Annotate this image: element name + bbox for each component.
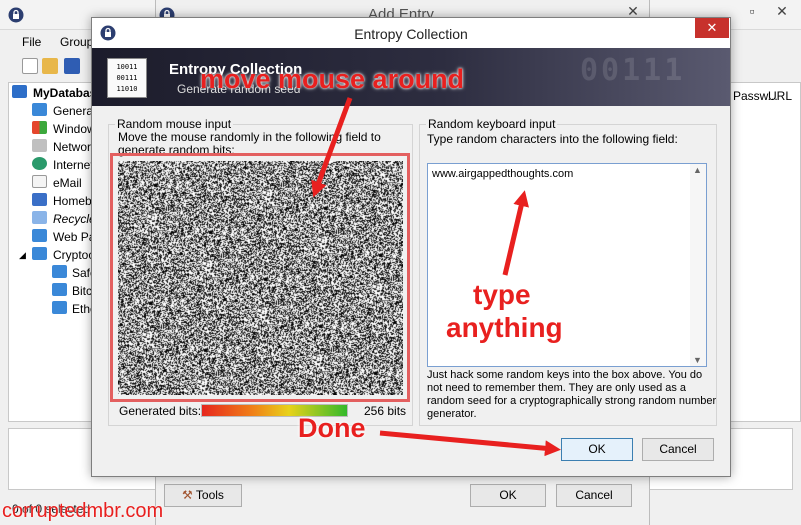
annotation-anything: anything: [446, 312, 563, 343]
annotation-type: type: [473, 279, 531, 310]
arrow-to-ok-button: [379, 430, 561, 457]
annotation-move-mouse: move mouse around: [200, 64, 465, 94]
watermark-text: corruptedmbr.com: [2, 500, 164, 522]
annotation-done: Done: [298, 413, 366, 443]
arrow-to-keyboard-field: [502, 190, 529, 276]
arrow-to-mouse-field: [311, 97, 353, 198]
